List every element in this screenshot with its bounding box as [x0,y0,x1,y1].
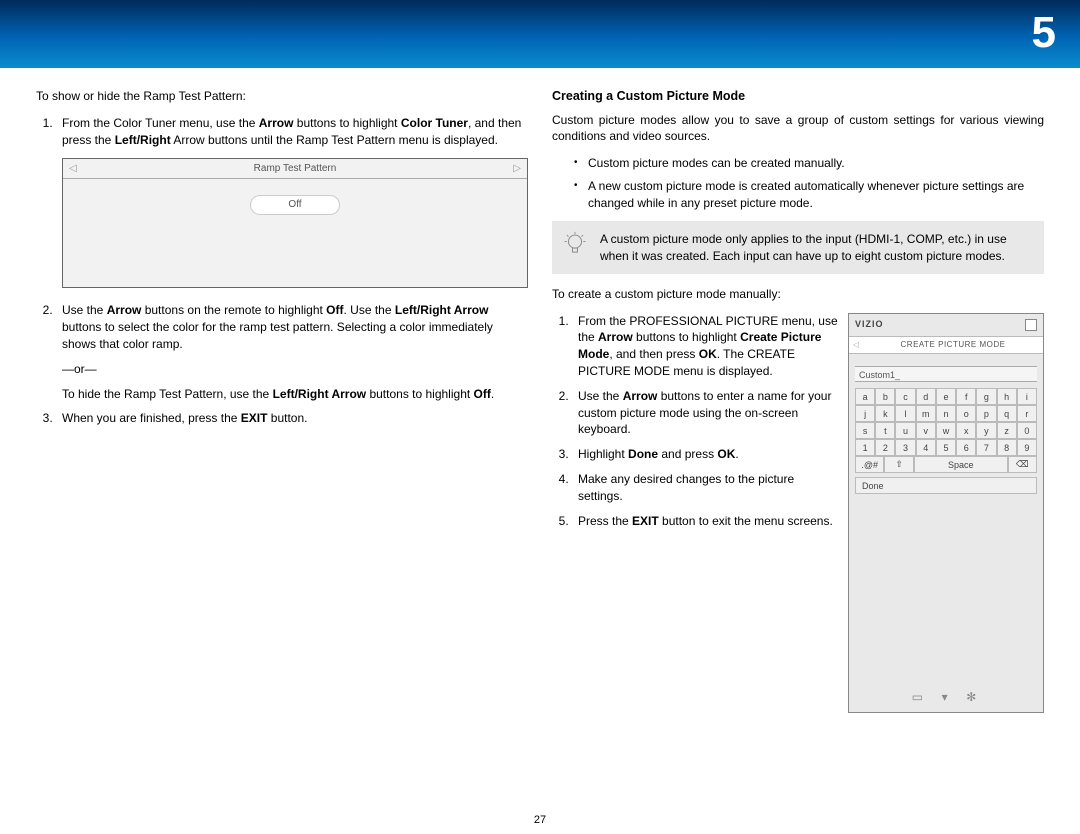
ramp-right-arrow-icon: ▷ [513,159,521,179]
lightbulb-icon [562,231,588,257]
home-icon [1025,319,1037,331]
kb-key-7: 7 [976,439,996,456]
kb-key-m: m [916,405,936,422]
kb-key-b: b [875,388,895,405]
kb-key-u: u [895,422,915,439]
ramp-title: Ramp Test Pattern [254,163,337,174]
kb-key-5: 5 [936,439,956,456]
kb-key-z: z [997,422,1017,439]
right-step-1: From the PROFESSIONAL PICTURE menu, use … [572,313,838,380]
kb-key-8: 8 [997,439,1017,456]
chapter-number: 5 [1032,8,1056,58]
kb-key-d: d [916,388,936,405]
section-heading: Creating a Custom Picture Mode [552,88,1044,106]
kb-key-c: c [895,388,915,405]
left-step-3: When you are finished, press the EXIT bu… [56,410,528,427]
right-step-4: Make any desired changes to the picture … [572,471,838,505]
right-step-2: Use the Arrow buttons to enter a name fo… [572,388,838,438]
kb-key-6: 6 [956,439,976,456]
kb-backspace-key: ⌫ [1008,456,1037,473]
right-step-3: Highlight Done and press OK. [572,446,838,463]
kb-key-l: l [895,405,915,422]
kb-key-2: 2 [875,439,895,456]
kb-key-a: a [855,388,875,405]
osd-device-mock: VIZIO ◁ CREATE PICTURE MODE Custom1_ abc… [848,313,1044,713]
kb-shift-key: ⇧ [884,456,913,473]
right-lead-2: To create a custom picture mode manually… [552,286,1044,303]
kb-key-v: v [916,422,936,439]
kb-space-key: Space [914,456,1008,473]
intro-paragraph: Custom picture modes allow you to save a… [552,112,1044,146]
bullet-1: Custom picture modes can be created manu… [574,155,1044,172]
kb-key-w: w [936,422,956,439]
kb-key-3: 3 [895,439,915,456]
kb-key-p: p [976,405,996,422]
ramp-test-pattern-panel: ◁ Ramp Test Pattern ▷ Off [62,158,528,288]
kb-key-q: q [997,405,1017,422]
left-step-2: Use the Arrow buttons on the remote to h… [56,302,528,402]
kb-key-1: 1 [855,439,875,456]
kb-key-0: 0 [1017,422,1037,439]
kb-key-g: g [976,388,996,405]
kb-key-y: y [976,422,996,439]
kb-key-h: h [997,388,1017,405]
right-step-5: Press the EXIT button to exit the menu s… [572,513,838,530]
kb-key-k: k [875,405,895,422]
osd-footer-icons: ▭ ▾ ✻ [849,689,1043,706]
kb-key-s: s [855,422,875,439]
kb-key-4: 4 [916,439,936,456]
kb-key-f: f [956,388,976,405]
kb-key-e: e [936,388,956,405]
left-column: To show or hide the Ramp Test Pattern: F… [36,88,528,713]
kb-key-j: j [855,405,875,422]
kb-key-n: n [936,405,956,422]
osd-name-input: Custom1_ [855,366,1037,382]
ramp-value-pill: Off [250,195,340,215]
note-text: A custom picture mode only applies to th… [600,232,1007,262]
left-step-1: From the Color Tuner menu, use the Arrow… [56,115,528,289]
kb-key-x: x [956,422,976,439]
kb-key-t: t [875,422,895,439]
page-number: 27 [0,814,1080,826]
osd-bar-label: CREATE PICTURE MODE [863,339,1043,350]
kb-key-9: 9 [1017,439,1037,456]
left-lead: To show or hide the Ramp Test Pattern: [36,88,528,105]
note-callout: A custom picture mode only applies to th… [552,221,1044,273]
osd-back-arrow-icon: ◁ [849,339,863,350]
right-column: Creating a Custom Picture Mode Custom pi… [552,88,1044,713]
kb-key-o: o [956,405,976,422]
or-separator: —or— [62,361,528,378]
kb-key-r: r [1017,405,1037,422]
device-brand: VIZIO [855,318,884,331]
kb-symbols-key: .@# [855,456,884,473]
chapter-banner: 5 [0,0,1080,68]
kb-done-row: Done [855,477,1037,494]
ramp-left-arrow-icon: ◁ [69,159,77,179]
bullet-2: A new custom picture mode is created aut… [574,178,1044,212]
osd-keyboard: abcdefghi jklmnopqr stuvwxyz0 123456789 .@#… [855,388,1037,473]
kb-key-i: i [1017,388,1037,405]
